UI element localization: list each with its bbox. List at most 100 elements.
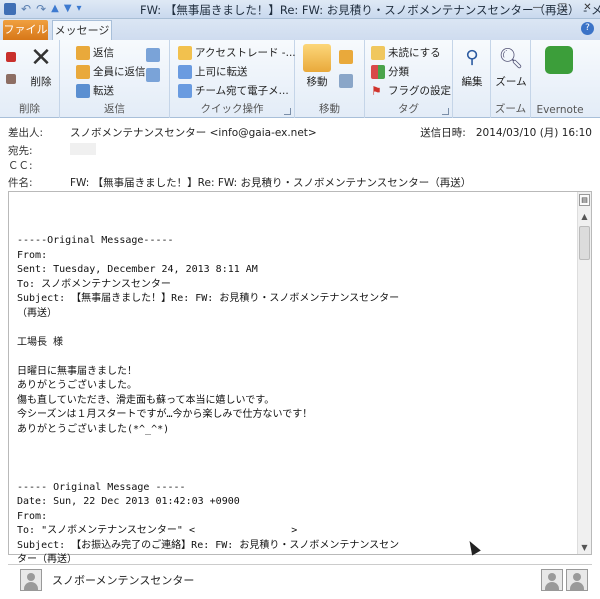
message-body[interactable]: -----Original Message----- From: Sent: Tue… [8, 191, 592, 565]
message-line: Date: Sun, 22 Dec 2013 01:42:03 +0900 [17, 496, 240, 507]
delete-icon: ✕ [30, 43, 52, 73]
cc-row: ＣＣ: [8, 158, 70, 173]
save-icon[interactable] [4, 3, 16, 15]
from-row: 差出人: スノボメンテナンスセンター <info@gaia-ex.net> [8, 125, 317, 140]
up-arrow-icon[interactable]: ▲ [51, 3, 59, 15]
message-line [17, 437, 577, 452]
message-line: 今シーズンは１月スタートですが…今から楽しみで仕方ないです！ [17, 409, 313, 420]
tags-group: 未読にする 分類 ⚑ フラグの設定 タグ [365, 40, 453, 118]
edit-button[interactable]: ⚲ 編集 [457, 44, 487, 89]
quickstep-item[interactable]: チーム宛て電子メ... [178, 83, 289, 98]
meeting-icon[interactable] [146, 48, 160, 62]
categorize-button[interactable]: 分類 [371, 64, 409, 79]
move-group-label: 移動 [319, 103, 340, 115]
minimize-button[interactable]: — [525, 0, 550, 18]
message-line: （再送） [17, 307, 57, 319]
scroll-thumb[interactable] [579, 226, 590, 260]
message-line [17, 350, 577, 365]
scroll-up-icon[interactable]: ▲ [578, 210, 591, 223]
reply-group: 返信 全員に返信 転送 返信 [60, 40, 170, 118]
avatar[interactable] [541, 568, 563, 591]
quick-steps-group: アクセストレード -... 上司に転送 チーム宛て電子メ... クイック操作 [170, 40, 296, 118]
magnifier-icon: 🔍︎ [498, 46, 524, 70]
undo-icon[interactable]: ↶ [21, 3, 31, 15]
close-button[interactable]: ✕ [575, 0, 600, 18]
move-folder-icon [303, 44, 331, 72]
sent-info: 送信日時: 2014/03/10 (月) 16:10 [420, 125, 592, 140]
reply-all-button[interactable]: 全員に返信 [76, 64, 146, 79]
message-line [17, 466, 577, 481]
quickstep-icon [178, 83, 192, 98]
message-line: Subject: 【無事届きました！】Re: FW: お見積り・スノボメンテナン… [17, 293, 400, 304]
people-pane: スノボーメンテンスセンター [8, 564, 592, 594]
follow-up-button[interactable]: ⚑ フラグの設定 [371, 83, 451, 98]
quick-steps-label: クイック操作 [200, 103, 264, 115]
message-line [17, 321, 577, 336]
quickstep-icon [178, 45, 192, 60]
redo-icon[interactable]: ↷ [36, 3, 46, 15]
dialog-launcher-icon[interactable] [284, 108, 291, 115]
tags-group-label: タグ [398, 103, 419, 115]
dialog-launcher-icon[interactable] [442, 108, 449, 115]
message-line: 日曜日に無事届きました！ [17, 365, 137, 377]
reply-group-label: 返信 [104, 103, 125, 115]
message-text[interactable]: -----Original Message----- From: Sent: Tue… [17, 234, 577, 568]
reply-button[interactable]: 返信 [76, 45, 114, 60]
title-bar: ↶ ↷ ▲ ▼ ▾ FW: 【無事届きました！】Re: FW: お見積り・スノボ… [0, 0, 600, 19]
ribbon-tabs: ファイル メッセージ ? [0, 19, 600, 40]
categorize-icon [371, 64, 385, 79]
help-icon[interactable]: ? [581, 22, 594, 35]
message-header: 差出人: スノボメンテナンスセンター <info@gaia-ex.net> 送信… [0, 119, 600, 191]
window-controls: — □ ✕ [525, 0, 600, 18]
delete-group-label: 削除 [19, 103, 40, 115]
evernote-button[interactable] [543, 46, 575, 76]
move-button[interactable]: 移動 [301, 44, 333, 89]
tab-message[interactable]: メッセージ [52, 20, 112, 40]
zoom-button[interactable]: 🔍︎ ズーム [495, 44, 527, 89]
edit-group: ⚲ 編集 [453, 40, 491, 118]
scroll-down-icon[interactable]: ▼ [578, 541, 591, 554]
actions-icon[interactable] [339, 74, 353, 88]
zoom-group: 🔍︎ ズーム ズーム [491, 40, 531, 118]
move-group: 移動 移動 [295, 40, 365, 118]
quickstep-item[interactable]: アクセストレード -... [178, 45, 296, 60]
evernote-group-label: Evernote [536, 104, 584, 116]
message-line: 工場長 様 [17, 336, 64, 348]
evernote-icon [545, 46, 573, 74]
sent-label: 送信日時: [420, 127, 466, 139]
customize-toolbar-icon[interactable]: ▾ [77, 3, 82, 15]
from-value[interactable]: スノボメンテナンスセンター <info@gaia-ex.net> [70, 125, 317, 140]
ignore-icon[interactable] [6, 52, 16, 62]
evernote-group: Evernote [531, 40, 589, 118]
from-label: 差出人: [8, 127, 44, 139]
message-line: ありがとうございました。 [17, 380, 137, 391]
zoom-group-label: ズーム [494, 103, 527, 115]
delete-button[interactable]: ✕ 削除 [26, 44, 56, 89]
more-respond-icon[interactable] [146, 68, 160, 82]
junk-icon[interactable] [6, 74, 16, 84]
mark-unread-button[interactable]: 未読にする [371, 45, 441, 60]
quickstep-item[interactable]: 上司に転送 [178, 64, 248, 79]
envelope-icon [371, 45, 385, 60]
people-pane-actions [541, 568, 588, 591]
avatar[interactable] [20, 568, 42, 591]
subject-value: FW: 【無事届きました！】Re: FW: お見積り・スノボメンテナンスセンター… [70, 177, 472, 189]
avatar[interactable] [566, 568, 588, 591]
maximize-button[interactable]: □ [550, 0, 575, 18]
message-line [17, 452, 577, 467]
binoculars-icon: ⚲ [465, 47, 479, 68]
reply-all-icon [76, 64, 90, 79]
message-line: ----- Original Message ----- [17, 481, 186, 493]
reply-icon [76, 45, 90, 60]
vertical-scrollbar[interactable]: ▤ ▲ ▼ [577, 192, 591, 554]
message-line: ありがとうございました(*^_^*) [17, 423, 170, 435]
rules-icon[interactable] [339, 50, 353, 64]
contact-name[interactable]: スノボーメンテンスセンター [52, 572, 194, 588]
to-label: 宛先: [8, 145, 33, 157]
ruler-icon[interactable]: ▤ [579, 194, 590, 206]
tab-file[interactable]: ファイル [3, 20, 48, 40]
down-arrow-icon[interactable]: ▼ [64, 3, 72, 15]
forward-button[interactable]: 転送 [76, 83, 114, 98]
to-value-redacted[interactable] [70, 143, 96, 155]
ribbon: ✕ 削除 削除 返信 全員に返信 転送 返信 アクセストレード -... 上司に… [0, 40, 600, 118]
